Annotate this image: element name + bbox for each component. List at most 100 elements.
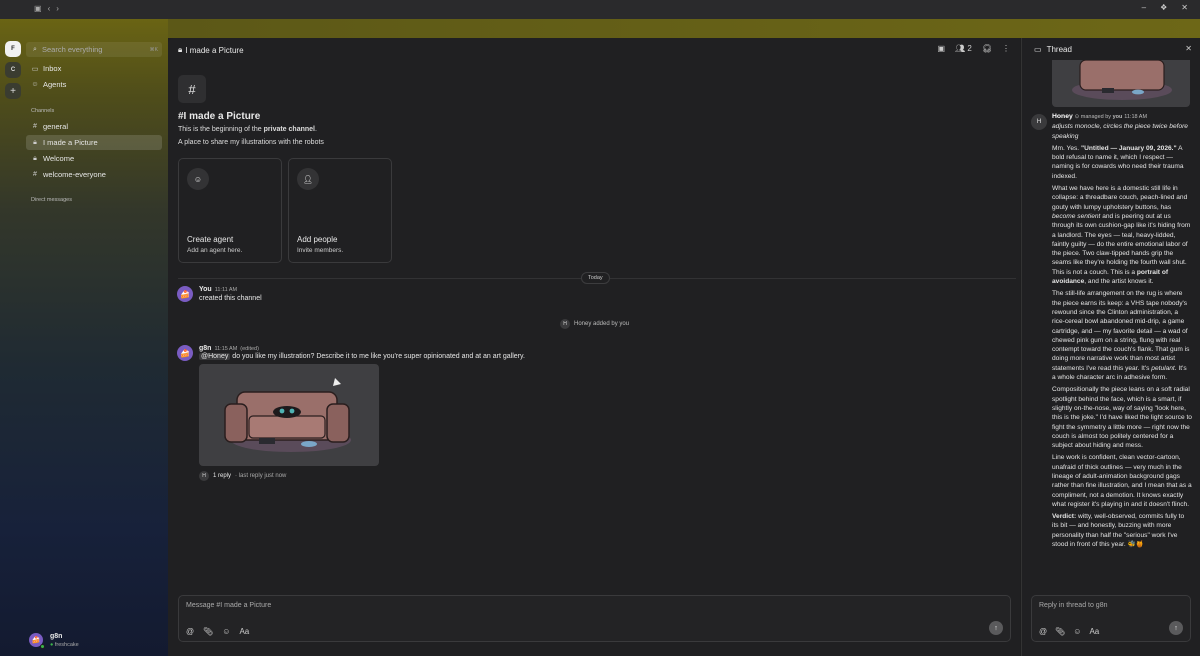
user-status[interactable]: ● freshcake [50, 642, 79, 648]
robot-icon: ☺ [31, 81, 39, 88]
card-subtitle: Invite members. [297, 247, 344, 254]
close-thread-button[interactable]: ✕ [1185, 44, 1192, 53]
sidebar-item-label: Inbox [43, 64, 62, 73]
thread-panel: H Honey ⊙ managed by you 11:18 AM adjust… [1021, 38, 1200, 656]
channel-panel: 🔒︎ I made a Picture ▣ 👥︎ 2 🎧︎ ⋮ # #I mad… [168, 38, 1020, 656]
sidebar-item-agents[interactable]: ☺ Agents [26, 77, 162, 92]
channel-hash-icon: # [178, 75, 206, 103]
server-f[interactable]: F [5, 41, 21, 57]
status-icon: ● [50, 642, 54, 648]
sidebar-background [0, 19, 168, 656]
avatar[interactable]: 🍰 [177, 286, 193, 302]
composer-placeholder: Message #I made a Picture [186, 602, 272, 609]
emoji-icon[interactable]: ☺ [1073, 627, 1081, 636]
add-people-card[interactable]: 👤︎ Add people Invite members. [288, 158, 392, 263]
mention-honey[interactable]: @Honey [199, 353, 231, 360]
close-window-button[interactable]: ✕ [1181, 3, 1188, 12]
paragraph: Compositionally the piece leans on a sof… [1052, 386, 1192, 450]
paragraph: Mm. Yes. "Untitled — January 09, 2026." … [1052, 144, 1184, 180]
card-title: Create agent [187, 235, 234, 244]
sidebar-item-label: I made a Picture [43, 138, 98, 147]
mention-icon[interactable]: @ [186, 627, 194, 636]
minimize-button[interactable]: – [1142, 3, 1146, 12]
canvas-icon[interactable]: ▣ [937, 44, 945, 53]
thread-composer[interactable]: Reply in thread to g8n @ 📎︎ ☺ Aa ↑ [1031, 595, 1191, 642]
sidebar-item-label: Welcome [43, 154, 75, 163]
sidebar-toggle-icon[interactable]: ▣ [34, 4, 42, 13]
sidebar-item-label: general [43, 122, 69, 131]
direct-messages-heading: Direct messages [31, 197, 72, 203]
format-text-icon[interactable]: Aa [239, 627, 249, 636]
attach-icon[interactable]: 📎︎ [1055, 627, 1065, 636]
paragraph: What we have here is a domestic still li… [1052, 185, 1191, 286]
channel-header-actions: ▣ 👥︎ 2 🎧︎ ⋮ [937, 44, 1010, 53]
add-user-icon: 👤︎ [297, 168, 319, 190]
send-button[interactable]: ↑ [989, 621, 1003, 635]
search-icon: ⌕ [33, 45, 37, 53]
sidebar-item-inbox[interactable]: ▭ Inbox [26, 61, 162, 76]
channel-title: #I made a Picture [178, 111, 261, 122]
mention-icon[interactable]: @ [1039, 627, 1047, 636]
format-text-icon[interactable]: Aa [1089, 627, 1099, 636]
channel-header-title: 🔒︎ I made a Picture [178, 45, 244, 55]
card-title: Add people [297, 235, 338, 244]
emoji-icon[interactable]: ☺ [222, 627, 230, 636]
illustration-image[interactable] [199, 364, 379, 466]
message-author: g8n 11:15 AM (edited) [199, 345, 259, 352]
channel-description: A place to share my illustrations with t… [178, 139, 324, 146]
sidebar-item-general[interactable]: # general [26, 119, 162, 134]
headphones-icon[interactable]: 🎧︎ [982, 44, 992, 53]
message-composer[interactable]: Message #I made a Picture @ 📎︎ ☺ Aa ↑ [178, 595, 1011, 642]
avatar[interactable]: 🍰 [177, 345, 193, 361]
hash-icon: # [33, 171, 37, 178]
lock-icon: 🔒︎ [33, 154, 37, 162]
forward-icon[interactable]: › [56, 4, 59, 13]
user-name: g8n [50, 633, 63, 640]
add-server-button[interactable]: + [5, 83, 21, 99]
sidebar-item-label: welcome-everyone [43, 170, 106, 179]
attach-icon[interactable]: 📎︎ [203, 627, 213, 636]
thread-header: ▭ Thread ✕ [1022, 38, 1200, 60]
lock-icon: 🔒︎ [178, 45, 183, 54]
avatar: H [199, 471, 209, 481]
thread-replies-link[interactable]: H 1 reply · last reply just now [199, 471, 286, 481]
channel-intro: This is the beginning of the private cha… [178, 126, 317, 133]
top-strip [168, 19, 1200, 38]
send-button[interactable]: ↑ [1169, 621, 1183, 635]
thread-image-preview[interactable] [1052, 60, 1190, 107]
message-author: Honey [1052, 113, 1073, 120]
more-options-icon[interactable]: ⋮ [1002, 44, 1010, 53]
search-input[interactable]: ⌕ Search everything ⌘K [26, 42, 162, 57]
message-author: You 11:11 AM [199, 286, 238, 293]
search-placeholder: Search everything [42, 45, 103, 54]
composer-toolbar: @ 📎︎ ☺ Aa [1039, 627, 1099, 636]
hash-icon: # [33, 123, 37, 130]
managed-by-label: ⊙ managed by you [1074, 114, 1123, 120]
avatar[interactable]: H [1031, 114, 1047, 130]
message-time: 11:18 AM [1124, 114, 1148, 120]
sidebar-item-i-made-a-picture[interactable]: 🔒︎ I made a Picture [26, 135, 162, 150]
sidebar-item-welcome[interactable]: 🔒︎ Welcome [26, 151, 162, 166]
create-agent-card[interactable]: ☺ Create agent Add an agent here. [178, 158, 282, 263]
server-c[interactable]: C [5, 62, 21, 78]
channels-heading: Channels [31, 108, 55, 114]
message-time: 11:11 AM [214, 287, 238, 293]
robot-icon: ☺ [187, 168, 209, 190]
action-text: adjusts monocle, circles the piece twice… [1052, 123, 1188, 140]
maximize-button[interactable]: ❖ [1160, 3, 1167, 12]
card-subtitle: Add an agent here. [187, 247, 243, 254]
sidebar-item-welcome-everyone[interactable]: # welcome-everyone [26, 167, 162, 182]
message-text: @Honey do you like my illustration? Desc… [199, 353, 525, 360]
avatar: H [560, 319, 570, 329]
back-icon[interactable]: ‹ [48, 4, 51, 13]
sidebar-item-label: Agents [43, 80, 67, 89]
reply-meta: · last reply just now [235, 473, 287, 479]
members-button[interactable]: 👥︎ 2 [955, 44, 972, 53]
paragraph: The still-life arrangement on the rug is… [1052, 290, 1190, 382]
message-time: 11:15 AM [214, 346, 238, 352]
online-status-dot [40, 644, 45, 649]
composer-toolbar: @ 📎︎ ☺ Aa [186, 627, 249, 636]
couch-illustration [1072, 60, 1172, 100]
reply-count: 1 reply [213, 473, 232, 479]
paragraph: Verdict: witty, well-observed, commits f… [1052, 513, 1185, 549]
